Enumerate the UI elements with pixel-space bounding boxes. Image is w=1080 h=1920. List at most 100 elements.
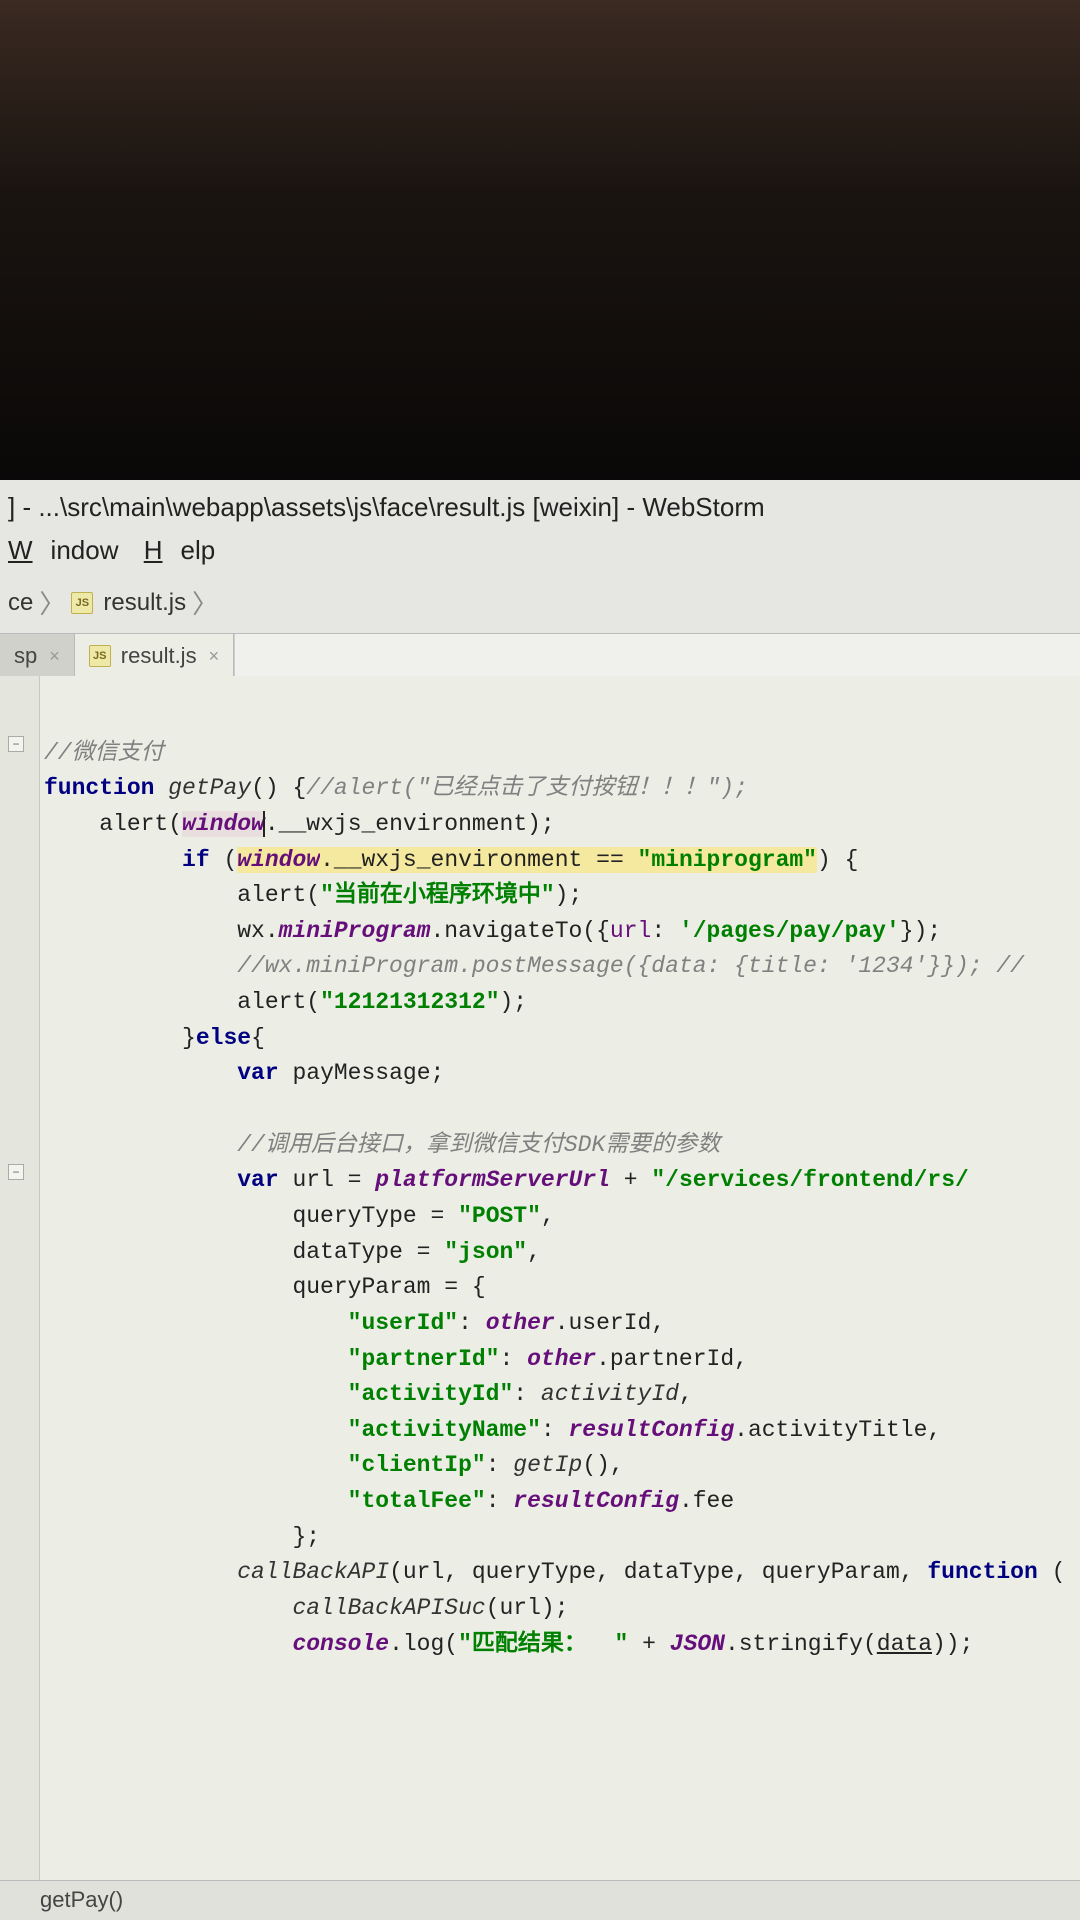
code-comment: //微信支付: [44, 740, 164, 766]
menu-window[interactable]: WWindowindow: [8, 535, 118, 565]
code-keyword: else: [196, 1025, 251, 1051]
code-string: "activityId": [348, 1381, 514, 1407]
code-text: (: [1038, 1559, 1066, 1585]
code-text: dataType =: [292, 1239, 444, 1265]
code-text: queryParam = {: [292, 1274, 485, 1300]
tab-empty-area: [234, 634, 1080, 678]
code-text: :: [651, 918, 679, 944]
breadcrumb-file[interactable]: result.js: [103, 589, 186, 617]
code-string: "POST": [458, 1203, 541, 1229]
code-keyword: var: [237, 1167, 278, 1193]
code-string: "12121312312": [320, 989, 499, 1015]
breadcrumb: ce 〉 JS result.js 〉: [0, 576, 1080, 633]
code-string: "/services/frontend/rs/: [651, 1167, 968, 1193]
code-keyword: if: [182, 847, 210, 873]
code-string: "miniprogram": [638, 847, 817, 873]
code-text: .__wxjs_environment ==: [320, 847, 637, 873]
code-identifier: console: [292, 1631, 389, 1657]
code-string: "clientIp": [348, 1452, 486, 1478]
code-text: );: [555, 882, 583, 908]
code-text: .userId,: [555, 1310, 665, 1336]
menu-help[interactable]: HHelpelp: [144, 535, 215, 565]
ide-window: ] - ...\src\main\webapp\assets\js\face\r…: [0, 480, 1080, 1920]
code-text: });: [900, 918, 941, 944]
code-prop: url: [610, 918, 651, 944]
code-text: alert(: [237, 882, 320, 908]
code-keyword: var: [237, 1060, 278, 1086]
code-text: .__wxjs_environment);: [265, 811, 555, 837]
tab-label: sp: [14, 643, 37, 669]
code-identifier: callBackAPI: [237, 1559, 389, 1585]
code-string: "partnerId": [348, 1346, 500, 1372]
tab-sp[interactable]: sp ×: [0, 634, 75, 678]
code-function: getPay: [168, 775, 251, 801]
code-identifier: window: [182, 811, 265, 837]
tab-bar: sp × JS result.js ×: [0, 633, 1080, 679]
code-comment: //wx.miniProgram.postMessage({data: {tit…: [237, 953, 1024, 979]
status-bar: getPay(): [0, 1880, 1080, 1920]
code-text: queryType =: [292, 1203, 458, 1229]
menu-bar: WWindowindow HHelpelp: [0, 531, 1080, 576]
code-keyword: function: [44, 775, 154, 801]
code-text: :: [499, 1346, 527, 1372]
code-text: .stringify(: [725, 1631, 877, 1657]
chevron-right-icon: 〉: [192, 584, 218, 621]
code-string: "activityName": [348, 1417, 541, 1443]
code-identifier: other: [486, 1310, 555, 1336]
js-file-icon: JS: [71, 592, 93, 614]
status-function[interactable]: getPay(): [40, 1887, 123, 1912]
photo-background: [0, 0, 1080, 480]
code-comment: //调用后台接口，拿到微信支付SDK需要的参数: [237, 1132, 720, 1158]
code-text: :: [458, 1310, 486, 1336]
code-text: () {: [251, 775, 306, 801]
code-text: :: [486, 1488, 514, 1514]
code-string: '/pages/pay/pay': [679, 918, 900, 944]
tab-label: result.js: [121, 643, 197, 669]
fold-minus-icon[interactable]: −: [8, 736, 24, 752]
chevron-right-icon: 〉: [39, 584, 65, 621]
code-text: :: [541, 1417, 569, 1443]
code-comment: //alert("已经点击了支付按钮！！！");: [306, 775, 748, 801]
code-identifier: data: [877, 1631, 932, 1657]
code-identifier: activityId: [541, 1381, 679, 1407]
code-string: "totalFee": [348, 1488, 486, 1514]
code-text: payMessage;: [292, 1060, 444, 1086]
code-string: "json": [444, 1239, 527, 1265]
code-text: .partnerId,: [596, 1346, 748, 1372]
code-text: };: [292, 1524, 320, 1550]
code-text: alert(: [99, 811, 182, 837]
code-string: "userId": [348, 1310, 458, 1336]
code-text: {: [251, 1025, 265, 1051]
code-text: ,: [527, 1239, 541, 1265]
code-text: (),: [582, 1452, 623, 1478]
code-text: alert(: [237, 989, 320, 1015]
code-text: url =: [292, 1167, 375, 1193]
breadcrumb-parent[interactable]: ce: [8, 589, 33, 617]
code-text: +: [610, 1167, 651, 1193]
code-identifier: platformServerUrl: [375, 1167, 610, 1193]
code-keyword: function: [927, 1559, 1037, 1585]
code-identifier: window: [237, 847, 320, 873]
code-area[interactable]: //微信支付 function getPay() {//alert("已经点击了…: [40, 676, 1080, 1880]
close-icon[interactable]: ×: [209, 646, 220, 667]
code-text: .activityTitle,: [734, 1417, 941, 1443]
code-identifier: miniProgram: [279, 918, 431, 944]
code-identifier: callBackAPISuc: [292, 1595, 485, 1621]
window-title: ] - ...\src\main\webapp\assets\js\face\r…: [0, 480, 1080, 531]
code-text: .navigateTo({: [430, 918, 609, 944]
code-text: }: [182, 1025, 196, 1051]
code-identifier: resultConfig: [513, 1488, 679, 1514]
code-text: (: [223, 847, 237, 873]
close-icon[interactable]: ×: [49, 646, 60, 667]
code-string: "匹配结果： ": [458, 1631, 628, 1657]
code-text: .log(: [389, 1631, 458, 1657]
tab-result-js[interactable]: JS result.js ×: [75, 634, 234, 678]
code-text: :: [513, 1381, 541, 1407]
code-text: (url);: [486, 1595, 569, 1621]
fold-minus-icon[interactable]: −: [8, 1164, 24, 1180]
gutter[interactable]: − −: [0, 676, 40, 1880]
code-text: (url, queryType, dataType, queryParam,: [389, 1559, 927, 1585]
code-text: +: [628, 1631, 669, 1657]
editor: − − //微信支付 function getPay() {//alert("已…: [0, 676, 1080, 1880]
code-text: ));: [932, 1631, 973, 1657]
